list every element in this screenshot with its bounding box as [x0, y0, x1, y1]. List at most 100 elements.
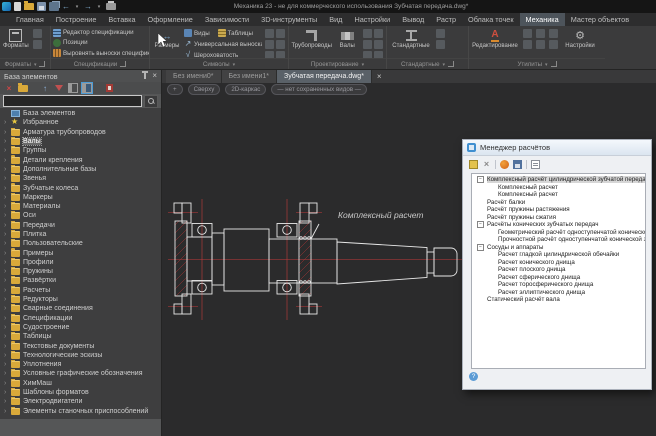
profile-icon[interactable] — [436, 40, 445, 49]
rotate-icon[interactable] — [536, 40, 545, 49]
edit-properties-icon[interactable] — [531, 160, 540, 169]
tree-root[interactable]: База элементов — [0, 109, 161, 118]
expand-arrow-icon[interactable] — [4, 268, 8, 275]
expander-minus-icon[interactable] — [477, 244, 484, 251]
search-button[interactable] — [144, 95, 158, 108]
ribbon-tab[interactable]: 3D-инструменты — [255, 13, 323, 26]
filter-icon[interactable] — [55, 85, 63, 91]
expand-arrow-icon[interactable] — [4, 398, 8, 405]
expand-arrow-icon[interactable] — [4, 166, 8, 173]
ribbon-button[interactable]: Позиции — [53, 38, 88, 47]
sketch-icon[interactable] — [374, 51, 383, 58]
tree-item[interactable]: Шаблоны форматов — [0, 388, 161, 397]
viewport-control-button[interactable]: 2D-каркас — [225, 84, 266, 95]
tree-item[interactable]: Дополнительные базы — [0, 165, 161, 174]
tree-item[interactable]: Пользовательские — [0, 239, 161, 248]
axis-icon[interactable] — [276, 40, 285, 49]
tree-item[interactable]: Группы — [0, 146, 161, 155]
panel-view-icon[interactable] — [82, 83, 92, 93]
expand-arrow-icon[interactable] — [4, 343, 8, 350]
expand-arrow-icon[interactable] — [4, 361, 8, 368]
tree-item[interactable]: Валы — [0, 137, 161, 146]
symbol-icon[interactable] — [265, 51, 274, 58]
calc-tree-item[interactable]: Комплексный расчет — [474, 184, 645, 192]
calc-tree-item[interactable]: Сосуды и аппараты — [474, 244, 645, 252]
tree-item[interactable]: Уплотнения — [0, 360, 161, 369]
calc-tree-item[interactable]: Расчет плоского днища — [474, 266, 645, 274]
ribbon-button[interactable]: Выровнять выноски спецификации — [53, 49, 149, 58]
ribbon-tab[interactable]: Облака точек — [462, 13, 520, 26]
calc-tree-item[interactable]: Комплексный расчёт цилиндрической зубчат… — [474, 176, 645, 184]
views-button[interactable]: Виды — [184, 28, 212, 38]
new-file-icon[interactable] — [14, 2, 21, 11]
calc-tree-item[interactable]: Комплексный расчет — [474, 191, 645, 199]
document-tab[interactable]: Без имени0* — [166, 70, 222, 83]
expand-arrow-icon[interactable] — [4, 324, 8, 331]
tree-item[interactable]: Арматура трубопроводов — [0, 128, 161, 137]
formats-button[interactable]: Форматы — [2, 28, 30, 49]
pencil-icon[interactable] — [374, 29, 383, 38]
expand-arrow-icon[interactable] — [4, 212, 8, 219]
expand-arrow-icon[interactable] — [4, 194, 8, 201]
new-calculation-icon[interactable] — [469, 160, 478, 169]
save-all-icon[interactable] — [49, 2, 59, 11]
close-document-icon[interactable]: × — [372, 70, 387, 83]
ribbon-tab[interactable]: Растр — [430, 13, 462, 26]
bolt-icon[interactable] — [265, 29, 274, 38]
delete-icon[interactable]: × — [4, 84, 14, 93]
fastener-icon[interactable] — [436, 29, 445, 38]
dialog-launcher-icon[interactable] — [120, 61, 126, 67]
expand-arrow-icon[interactable] — [4, 203, 8, 210]
diamond-icon[interactable] — [536, 29, 545, 38]
tree-item[interactable]: Избранное — [0, 118, 161, 127]
calc-tree-item[interactable]: Расчет торосферического днища — [474, 281, 645, 289]
expand-arrow-icon[interactable] — [4, 147, 8, 154]
tree-item[interactable]: Расчеты — [0, 286, 161, 295]
weld-icon[interactable] — [276, 29, 285, 38]
ribbon-button[interactable]: Редактор спецификации — [53, 28, 134, 37]
expand-arrow-icon[interactable] — [4, 185, 8, 192]
dialog-launcher-icon[interactable] — [448, 61, 454, 67]
tree-item[interactable]: Спецификации — [0, 314, 161, 323]
ribbon-tab[interactable]: Вид — [323, 13, 348, 26]
expand-arrow-icon[interactable] — [4, 389, 8, 396]
open-file-icon[interactable] — [24, 3, 34, 10]
tree-item[interactable]: Судостроение — [0, 323, 161, 332]
expand-arrow-icon[interactable] — [4, 250, 8, 257]
tree-item[interactable]: Текстовые документы — [0, 341, 161, 350]
pin-icon[interactable] — [144, 73, 146, 79]
expand-arrow-icon[interactable] — [4, 287, 8, 294]
close-icon[interactable]: × — [152, 72, 157, 80]
viewport-control-button[interactable]: Сверху — [188, 84, 221, 95]
expand-arrow-icon[interactable] — [4, 222, 8, 229]
tree-item[interactable]: ХимМаш — [0, 379, 161, 388]
tree-item[interactable]: Технологические эскизы — [0, 351, 161, 360]
grid-icon[interactable] — [549, 29, 558, 38]
print-icon[interactable] — [106, 3, 116, 10]
tree-item[interactable]: Таблицы — [0, 332, 161, 341]
tree-item[interactable]: Плитка — [0, 230, 161, 239]
expand-arrow-icon[interactable] — [4, 370, 8, 377]
universal-leader-button[interactable]: ↗Универсальная выноска — [184, 39, 262, 49]
dialog-launcher-icon[interactable] — [551, 61, 557, 67]
expand-arrow-icon[interactable] — [4, 240, 8, 247]
expand-arrow-icon[interactable] — [4, 231, 8, 238]
expand-arrow-icon[interactable] — [4, 408, 8, 415]
tree-item[interactable]: Электродвигатели — [0, 397, 161, 406]
gear-pair-icon[interactable] — [363, 29, 372, 38]
expand-arrow-icon[interactable] — [4, 315, 8, 322]
list-view-icon[interactable] — [68, 83, 78, 93]
screw-icon[interactable] — [374, 40, 383, 49]
measure-icon[interactable] — [523, 29, 532, 38]
calc-tree-item[interactable]: Расчёт пружины сжатия — [474, 214, 645, 222]
expand-arrow-icon[interactable] — [4, 277, 8, 284]
expand-arrow-icon[interactable] — [4, 296, 8, 303]
ribbon-tab[interactable]: Мастер объектов — [565, 13, 635, 26]
tree-item[interactable]: Звенья — [0, 174, 161, 183]
open-folder-icon[interactable] — [18, 85, 28, 92]
expander-minus-icon[interactable] — [477, 176, 484, 183]
ribbon-tab[interactable]: Построение — [50, 13, 103, 26]
roughness-button[interactable]: √Шероховатость — [184, 50, 262, 58]
ribbon-tab[interactable]: Механика — [520, 13, 565, 26]
calc-tree-item[interactable]: Прочностной расчёт одноступенчатой конич… — [474, 236, 645, 244]
